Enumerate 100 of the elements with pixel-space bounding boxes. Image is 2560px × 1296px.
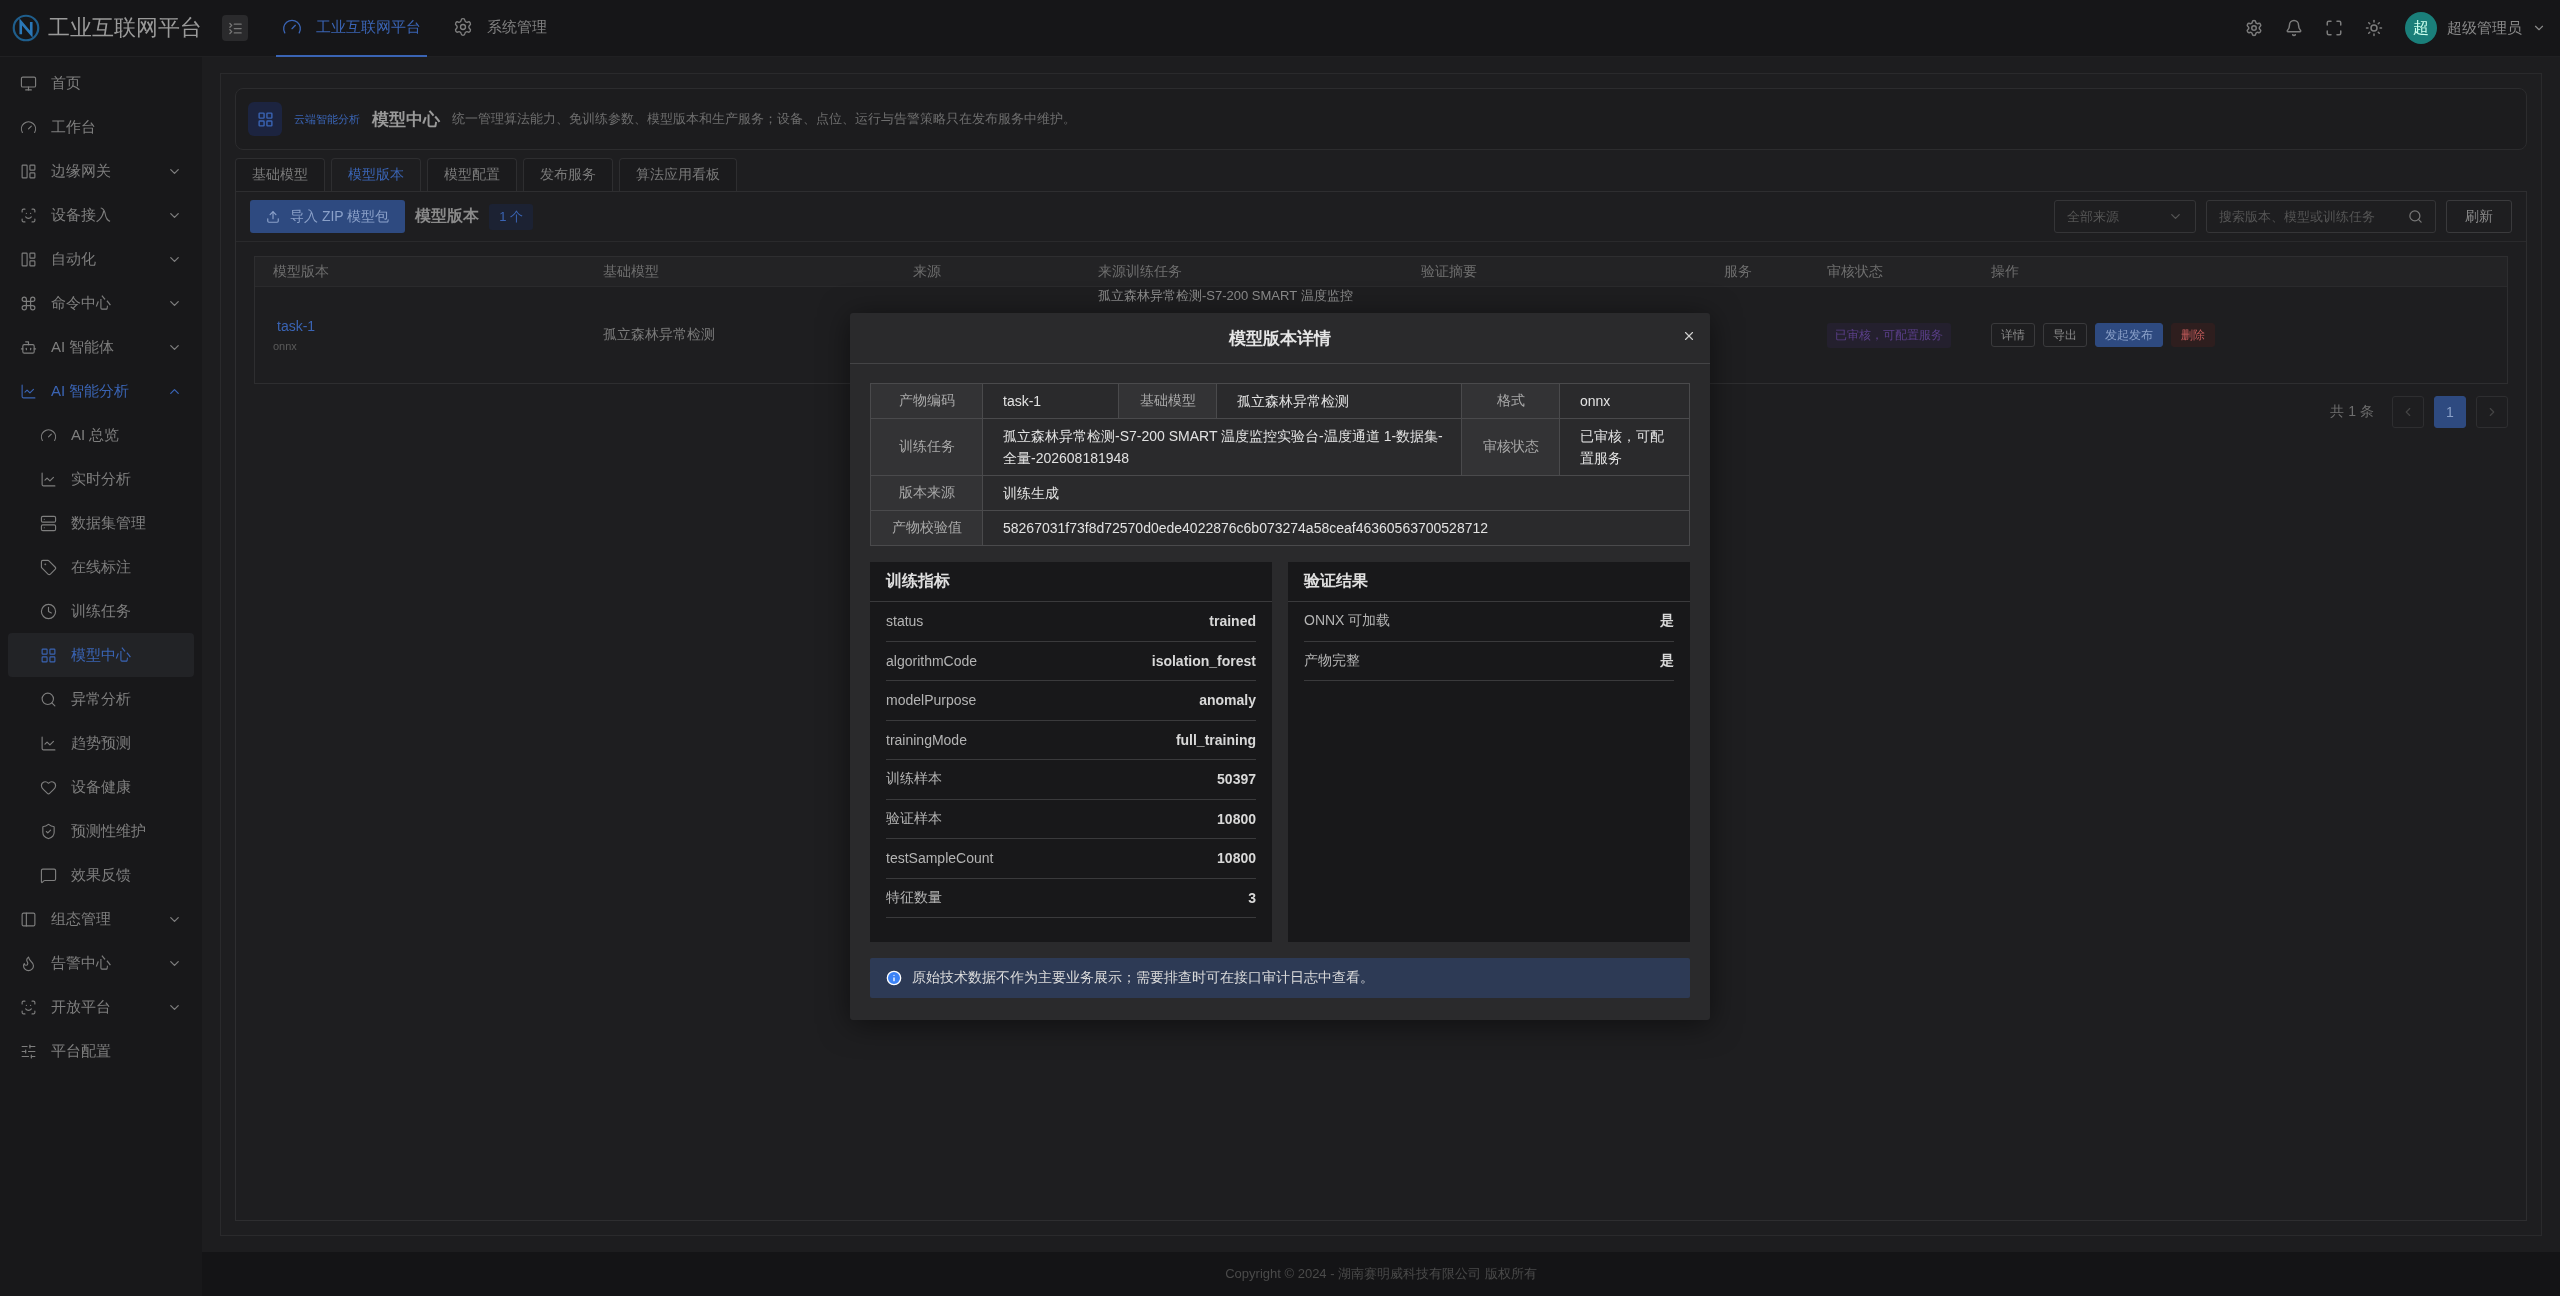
sidebar-item[interactable]: 实时分析 [8,457,194,501]
sun-icon[interactable] [2365,19,2383,37]
section-title: 模型版本 [415,206,480,226]
sidebar-item[interactable]: 在线标注 [8,545,194,589]
column-header: 服务 [1724,262,1753,281]
tab[interactable]: 模型版本 [331,158,421,191]
column-header: 来源训练任务 [1098,262,1183,281]
refresh-button[interactable]: 刷新 [2446,200,2512,233]
table-cell-text: 孤立森林异常检测-S7-200 SMART 温度监控 [1098,288,1354,303]
field-label: 审核状态 [1462,419,1560,476]
notice-text: 原始技术数据不作为主要业务展示；需要排查时可在接口审计日志中查看。 [912,969,1374,987]
sidebar-item[interactable]: 预测性维护 [8,809,194,853]
fullscreen-icon[interactable] [2325,19,2343,37]
logo-icon [12,12,40,44]
card-title: 训练指标 [870,562,1272,602]
metric-value: 50397 [1217,771,1256,788]
flame-icon [20,954,37,972]
column-header: 验证摘要 [1421,262,1478,281]
metric-label: testSampleCount [886,850,994,867]
section-tag: 云端智能分析 [294,111,360,127]
bell-icon[interactable] [2285,19,2303,37]
metric-value: trained [1209,613,1256,630]
top-nav-tab[interactable]: 系统管理 [447,0,553,57]
version-link[interactable]: task-1 [273,318,603,334]
upload-icon [266,209,280,224]
grid-icon [40,646,57,664]
field-label: 基础模型 [1119,384,1217,419]
sidebar-item[interactable]: 设备健康 [8,765,194,809]
sidebar-item[interactable]: 效果反馈 [8,853,194,897]
sidebar-item[interactable]: 趋势预测 [8,721,194,765]
action-button[interactable]: 删除 [2171,323,2215,347]
table-cell-text: 孤立森林异常检测 [603,326,716,344]
field-value: task-1 [983,384,1119,419]
dialog-title: 模型版本详情 [1229,327,1331,350]
metric-label: 产物完整 [1304,651,1360,670]
metric-value: 10800 [1217,810,1256,827]
sidebar-item[interactable]: 数据集管理 [8,501,194,545]
action-button[interactable]: 导出 [2043,323,2087,347]
sidebar-item[interactable]: 边缘网关 [8,149,194,193]
total-count: 共 1 条 [2330,403,2374,421]
sidebar-item[interactable]: 异常分析 [8,677,194,721]
tab[interactable]: 模型配置 [427,158,517,191]
heart-icon [40,778,57,796]
chat-icon [40,866,57,884]
sidebar-item[interactable]: 首页 [8,61,194,105]
metric-label: ONNX 可加载 [1304,612,1391,631]
info-icon [886,970,902,986]
sidebar-item[interactable]: AI 智能体 [8,325,194,369]
sidebar-item[interactable]: 组态管理 [8,897,194,941]
settings-icon [453,17,473,37]
line-chart-icon [20,382,37,400]
sidebar-item[interactable]: 模型中心 [8,633,194,677]
user-menu[interactable]: 超 超级管理员 [2405,12,2546,44]
list-icon [40,514,57,532]
sidebar-item[interactable]: 开放平台 [8,985,194,1029]
robot-icon [20,338,37,356]
sidebar-item[interactable]: 自动化 [8,237,194,281]
status-tag: 已审核，可配置服务 [1827,322,1951,348]
field-value: 58267031f73f8d72570d0ede4022876c6b073274a58ceaf46360563700528712 [983,511,1690,546]
panel-icon [20,250,37,268]
search-icon [40,690,57,708]
column-header: 模型版本 [273,262,330,281]
import-button[interactable]: 导入 ZIP 模型包 [250,200,406,233]
sidebar-item[interactable]: AI 总览 [8,413,194,457]
close-icon[interactable] [1682,329,1696,343]
metric-label: 特征数量 [886,888,942,907]
metric-label: status [886,613,924,630]
panel-icon [20,910,37,928]
action-button[interactable]: 发起发布 [2095,323,2163,347]
avatar: 超 [2405,12,2437,44]
search-icon [2408,209,2423,224]
metric-label: modelPurpose [886,692,977,709]
metric-value: 是 [1660,612,1674,631]
sidebar-item[interactable]: 平台配置 [8,1029,194,1073]
metric-value: 10800 [1217,850,1256,867]
metric-label: algorithmCode [886,652,978,669]
tag-icon [40,558,57,576]
metric-label: 训练样本 [886,770,942,789]
tab[interactable]: 发布服务 [523,158,613,191]
sidebar-item[interactable]: AI 智能分析 [8,369,194,413]
sidebar-item[interactable]: 设备接入 [8,193,194,237]
sidebar-item[interactable]: 告警中心 [8,941,194,985]
sidebar-item[interactable]: 训练任务 [8,589,194,633]
card-title: 验证结果 [1288,562,1690,602]
settings-icon[interactable] [2245,19,2263,37]
tab[interactable]: 基础模型 [235,158,325,191]
field-label: 产物编码 [871,384,983,419]
scan-icon [20,206,37,224]
collapse-menu-button[interactable] [222,15,248,41]
field-value: onnx [1560,384,1690,419]
gauge-icon [40,426,57,444]
metric-value: full_training [1175,731,1256,748]
page-button[interactable]: 1 [2434,396,2466,428]
sidebar-item[interactable]: 命令中心 [8,281,194,325]
action-button[interactable]: 详情 [1991,323,2035,347]
column-header: 基础模型 [603,262,660,281]
metric-label: trainingMode [886,731,967,748]
tab[interactable]: 算法应用看板 [619,158,737,191]
sliders-icon [20,1042,37,1060]
sidebar-item[interactable]: 工作台 [8,105,194,149]
